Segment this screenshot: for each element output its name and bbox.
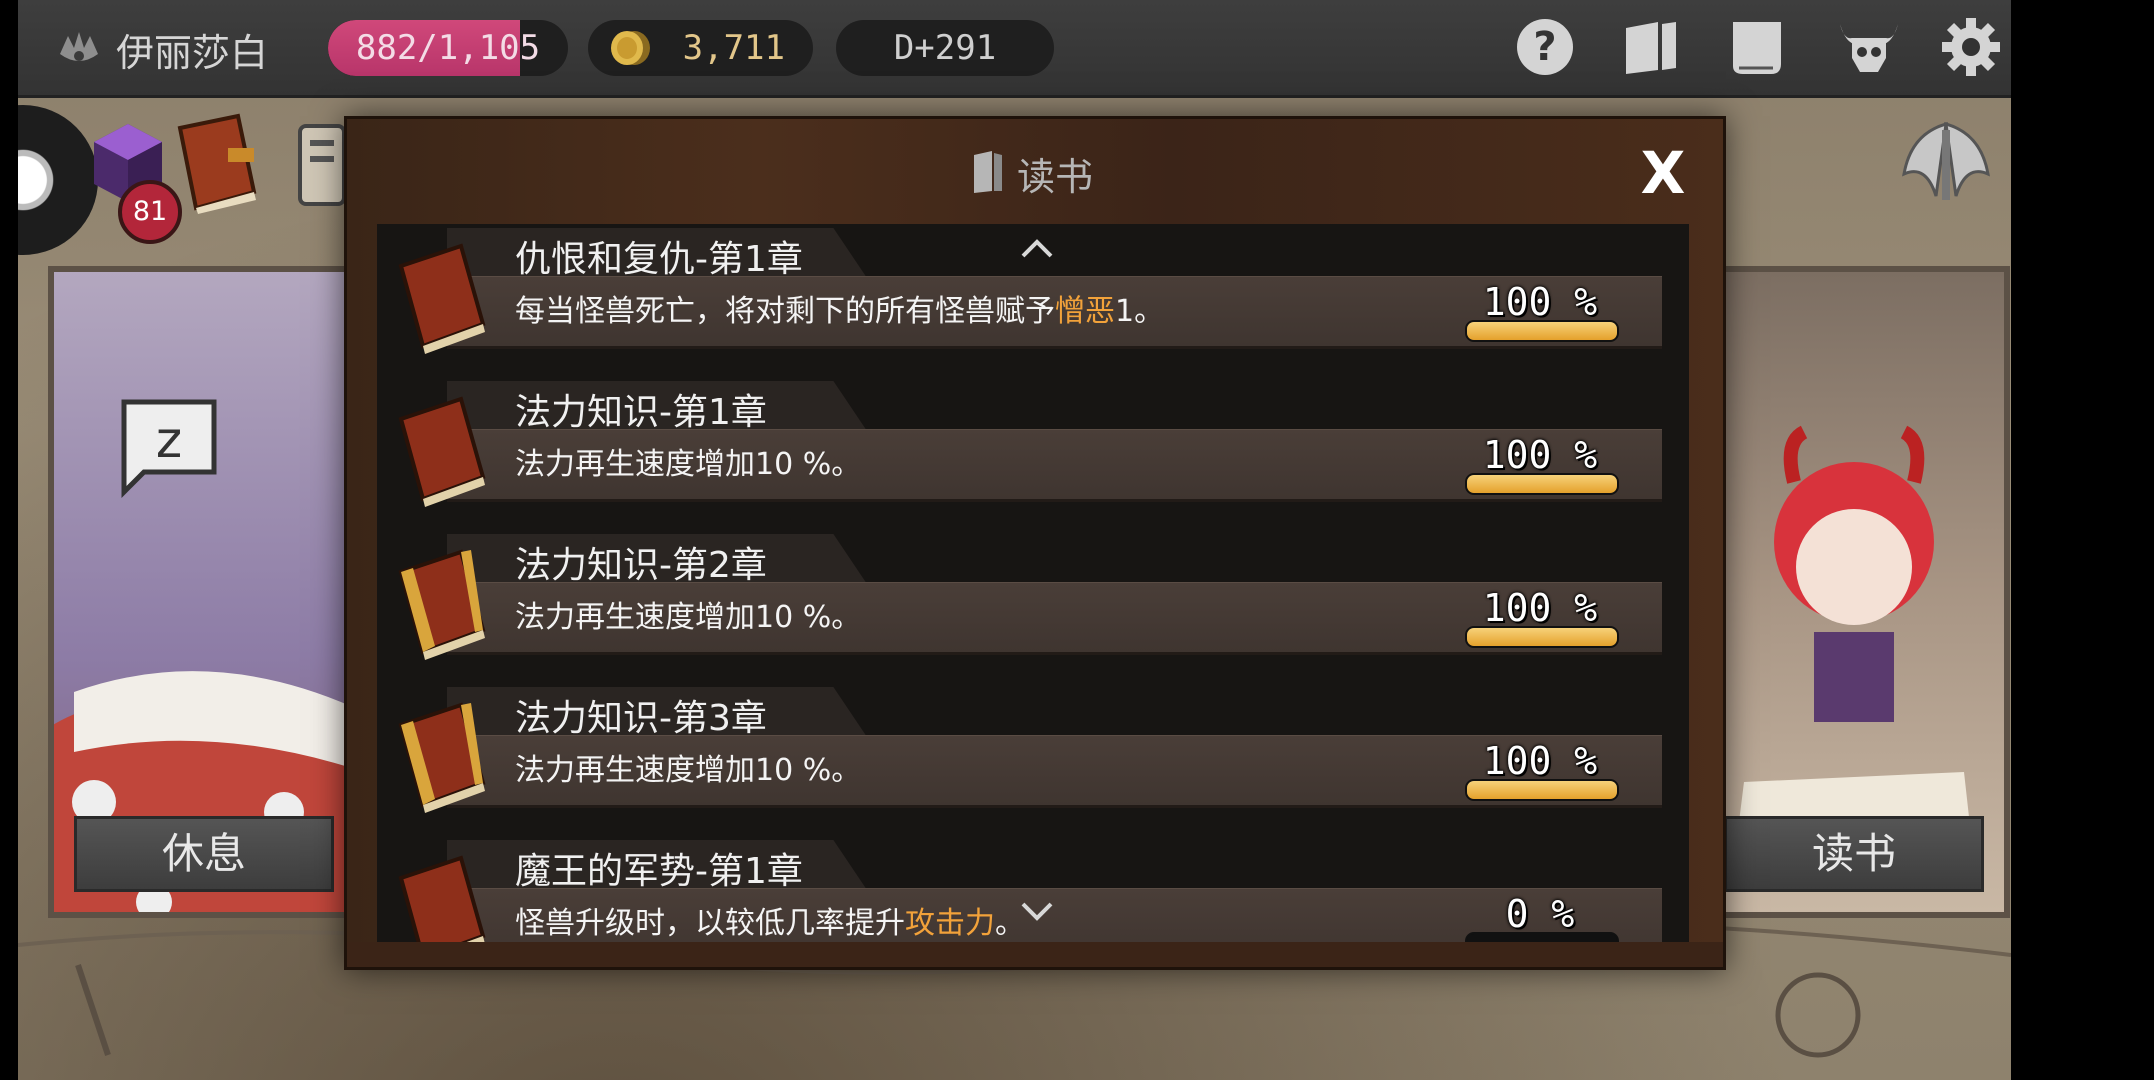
book-icon [398,549,486,660]
reading-dialog: 读书 X 魔王的军势-第1章 怪兽升级时，以较低几率提升攻击力。 0 % 法力知… [344,116,1726,970]
entry-title: 法力知识-第2章 [515,545,767,586]
book-entry[interactable]: 魔王的军势-第1章 怪兽升级时，以较低几率提升攻击力。 0 % [377,836,1689,942]
dialog-title: 读书 [1017,155,1094,199]
book-icon [398,855,486,942]
reading-progress-label: 100 % [1482,586,1598,630]
day-counter: D+291 [836,20,1054,76]
dialog-bottom-edge [347,942,1723,967]
entry-title: 法力知识-第3章 [515,698,767,739]
reading-progress-fill [1467,628,1617,646]
sleep-bubble-icon: z [121,399,217,499]
book-icon [398,702,486,813]
svg-text:?: ? [1533,24,1556,70]
reading-progress-fill [1467,322,1617,340]
gear-icon[interactable] [1938,14,2004,80]
scroll-side-icon[interactable] [290,120,350,210]
reading-room-label: 读书 [1724,816,1984,892]
hp-text: 882/1,105 [355,28,541,68]
hp-display: 882/1,105 [328,20,568,76]
chevron-down-icon[interactable] [1017,900,1057,924]
spellbook-icon[interactable] [168,112,263,217]
player-name: 伊丽莎白 [116,31,269,75]
reading-progress-label: 100 % [1482,433,1598,477]
desc-tail: 1。 [1115,294,1165,329]
reading-progress-fill [1467,781,1617,799]
winged-sword-icon[interactable] [1896,114,1996,214]
demon-skull-icon[interactable] [1836,14,1902,80]
entry-title: 仇恨和复仇-第1章 [515,239,803,280]
desc-highlight: 攻击力 [905,906,995,941]
scroll-icon[interactable] [1725,14,1791,80]
entry-description: 怪兽升级时，以较低几率提升攻击力。 [515,898,1025,942]
book-entry[interactable]: 法力知识-第1章 法力再生速度增加10 %。 100 % [377,377,1689,523]
book-icon [398,396,486,507]
entry-description: 法力再生速度增加10 %。 [515,592,861,636]
demon-girl-reading-illustration [1734,425,1974,862]
entry-title: 法力知识-第1章 [515,392,767,433]
reading-room-panel[interactable]: 读书 [1698,266,2010,918]
reading-progress-label: 0 % [1505,892,1575,936]
reading-progress-fill [1467,475,1617,493]
reading-progress-label: 100 % [1482,739,1598,783]
reading-progress-label: 100 % [1482,280,1598,324]
close-button[interactable]: X [1633,143,1693,203]
desc-text: 法力再生速度增加10 %。 [515,600,862,635]
chevron-up-icon[interactable] [1017,236,1057,260]
rest-room-label: 休息 [74,816,334,892]
book-list[interactable]: 魔王的军势-第1章 怪兽升级时，以较低几率提升攻击力。 0 % 法力知识-第3章… [377,224,1689,942]
entry-description: 每当怪兽死亡，将对剩下的所有怪兽赋予憎恶1。 [515,286,1164,330]
book-icon [974,151,1002,193]
desc-text: 怪兽升级时，以较低几率提升 [515,906,905,941]
entry-title: 魔王的军势-第1章 [515,851,803,892]
top-bar: 伊丽莎白 882/1,105 3,711 D+291 ? [18,0,2011,98]
svg-text:z: z [156,411,182,469]
entry-description: 法力再生速度增加10 %。 [515,439,861,483]
game-screen: 伊丽莎白 882/1,105 3,711 D+291 ? 81 z 休息 读书 … [18,0,2011,1080]
desc-text: 每当怪兽死亡，将对剩下的所有怪兽赋予 [515,294,1055,329]
book-open-icon[interactable] [1618,14,1684,80]
desc-text: 法力再生速度增加10 %。 [515,753,862,788]
gold-amount: 3,711 [682,28,785,68]
book-entry[interactable]: 法力知识-第3章 法力再生速度增加10 %。 100 % [377,683,1689,829]
coin-icon [611,31,650,65]
rest-room-panel[interactable]: z 休息 [48,266,360,918]
book-icon [398,243,486,354]
demon-crown-icon [60,32,98,61]
entry-description: 法力再生速度增加10 %。 [515,745,861,789]
help-icon[interactable]: ? [1512,14,1578,80]
desc-text: 法力再生速度增加10 %。 [515,447,862,482]
orb-widget[interactable] [18,105,98,255]
gold-display: 3,711 [588,20,813,76]
desc-highlight: 憎恶 [1055,294,1115,329]
book-entry[interactable]: 法力知识-第2章 法力再生速度增加10 %。 100 % [377,530,1689,676]
dialog-header: 读书 X [347,119,1723,224]
